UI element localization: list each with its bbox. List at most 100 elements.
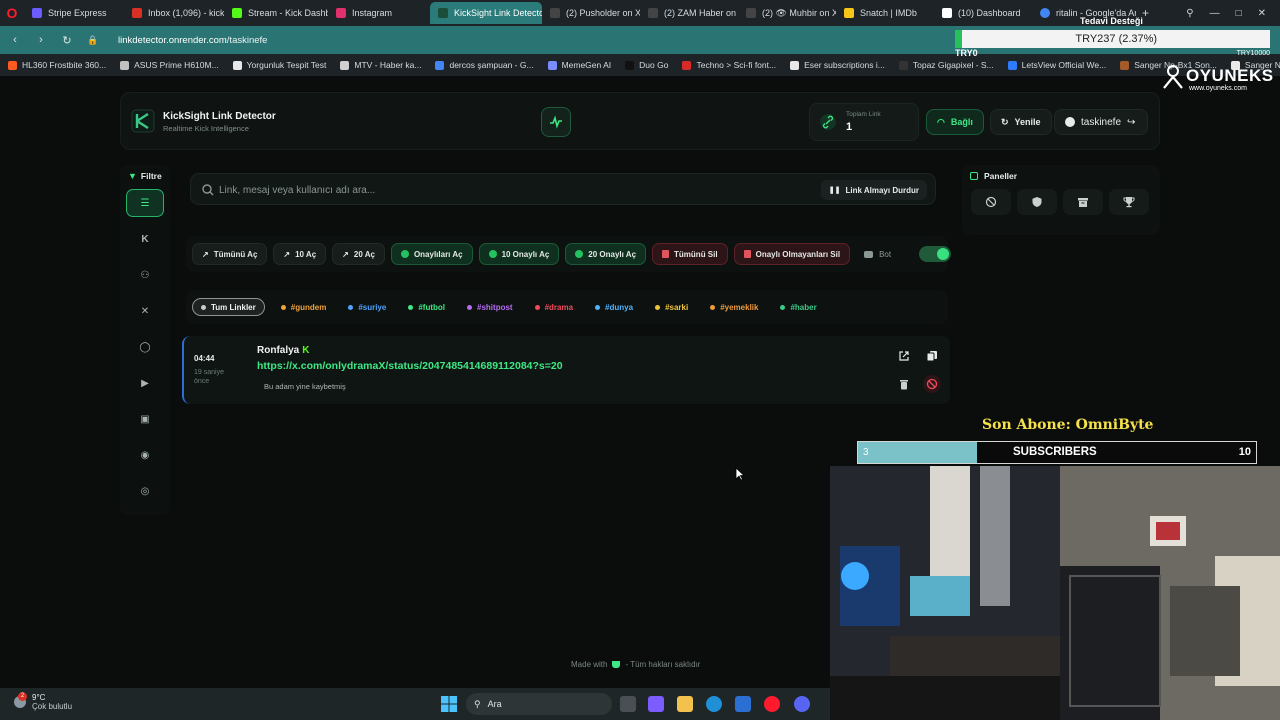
tab-x-zamhaber[interactable]: (2) ZAM Haber on X:: [640, 2, 738, 24]
link-message: Bu adam yine kaybetmiş: [264, 382, 346, 391]
tab-instagram[interactable]: Instagram: [328, 2, 430, 24]
activity-icon[interactable]: [541, 107, 571, 137]
tab-dashboard[interactable]: (10) Dashboard: [934, 2, 1032, 24]
camera-icon: ◉: [140, 449, 150, 461]
filter-web[interactable]: ◎: [126, 477, 164, 505]
delete-unapproved-button[interactable]: Onaylı Olmayanları Sil: [733, 243, 851, 265]
tab-inbox[interactable]: Inbox (1,096) - kickta: [124, 2, 224, 24]
open-10-approved-button[interactable]: 10 Onaylı Aç: [478, 243, 560, 265]
tag-dot-icon: [595, 304, 601, 310]
footer: Made with - Tüm hakları saklıdır: [571, 660, 701, 669]
tag-chip[interactable]: #dunya: [589, 298, 639, 316]
panel-archive-button[interactable]: [1063, 189, 1103, 215]
taskbar-search[interactable]: ⚲ Ara: [466, 693, 612, 715]
open-10-button[interactable]: ↗ 10 Aç: [273, 243, 327, 265]
open-all-button[interactable]: ↗ Tümünü Aç: [192, 243, 268, 265]
tag-chip[interactable]: Tum Linkler: [192, 298, 265, 316]
bookmark-item[interactable]: Techno > Sci-fi font...: [682, 60, 776, 70]
filter-camera[interactable]: ◉: [126, 441, 164, 469]
search-tabs-icon[interactable]: ⚲: [1186, 8, 1193, 19]
tab-x-muhbir[interactable]: (2) 👁 Muhbir on X: ": [738, 2, 836, 24]
filter-x[interactable]: ✕: [126, 297, 164, 325]
filter-instagram[interactable]: ◯: [126, 333, 164, 361]
donation-min: TRY0: [955, 48, 978, 58]
file-explorer-icon[interactable]: [677, 696, 693, 712]
filter-video[interactable]: ▣: [126, 405, 164, 433]
search-input[interactable]: [219, 180, 819, 200]
maximize-icon[interactable]: □: [1236, 8, 1242, 19]
tag-chip[interactable]: #drama: [529, 298, 579, 316]
weather-widget[interactable]: 2 9°C Çok bulutlu: [14, 692, 72, 711]
logout-icon[interactable]: ↪: [1127, 117, 1135, 128]
refresh-button[interactable]: ↻ Yenile: [990, 109, 1052, 135]
bookmark-item[interactable]: MemeGen AI: [547, 60, 611, 70]
store-icon[interactable]: [735, 696, 751, 712]
discord-icon[interactable]: [794, 696, 810, 712]
bookmark-item[interactable]: LetsView Official We...: [1007, 60, 1106, 70]
panel-shield-button[interactable]: [1017, 189, 1057, 215]
bookmark-icon: [340, 60, 350, 70]
block-link-button[interactable]: [923, 375, 941, 393]
open-approved-button[interactable]: Onaylıları Aç: [390, 243, 473, 265]
bookmark-icon: [8, 60, 17, 70]
tab-imdb[interactable]: Snatch | IMDb: [836, 2, 934, 24]
stop-link-intake-button[interactable]: ❚❚ Link Almayı Durdur: [820, 180, 927, 200]
bookmark-item[interactable]: Yorgunluk Tespit Test: [232, 60, 326, 70]
tab-kicksight[interactable]: KickSight Link Detector: [430, 2, 542, 24]
user-menu[interactable]: taskinefe ↪: [1054, 109, 1148, 135]
url-field[interactable]: linkdetector.onrender.com/taskinefe: [118, 35, 267, 46]
opera-logo-icon[interactable]: O: [0, 0, 24, 26]
reload-icon[interactable]: ↻: [60, 34, 74, 47]
edge-icon[interactable]: [706, 696, 722, 712]
shield-icon: [1032, 197, 1042, 207]
bookmark-item[interactable]: Eser subscriptions i...: [790, 60, 885, 70]
instagram-icon: ◯: [139, 341, 151, 353]
webcam-image: [830, 466, 1280, 720]
open-link-button[interactable]: [895, 347, 913, 365]
tab-x-pusholder[interactable]: (2) Pusholder on X: ": [542, 2, 640, 24]
copy-link-button[interactable]: [923, 347, 941, 365]
link-age: 19 saniye önce: [194, 369, 224, 385]
delete-all-button[interactable]: Tümünü Sil: [652, 243, 728, 265]
bookmark-item[interactable]: dercos şampuan - G...: [435, 60, 534, 70]
close-icon[interactable]: ✕: [1258, 8, 1266, 19]
tag-chip[interactable]: #sarki: [649, 298, 694, 316]
task-view-icon[interactable]: [620, 696, 636, 712]
tab-kick-dashboard[interactable]: Stream - Kick Dashbo: [224, 2, 328, 24]
copilot-icon[interactable]: [648, 696, 664, 712]
tag-chip[interactable]: #suriye: [342, 298, 392, 316]
back-icon[interactable]: ‹: [8, 34, 22, 46]
tag-chip[interactable]: #gundem: [275, 298, 333, 316]
filter-kick[interactable]: K: [126, 225, 164, 253]
link-url[interactable]: https://x.com/onlydramaX/status/20474854…: [257, 360, 563, 372]
filter-youtube[interactable]: ▶: [126, 369, 164, 397]
open-20-button[interactable]: ↗ 20 Aç: [332, 243, 385, 265]
filter-all[interactable]: ☰: [126, 189, 164, 217]
bookmark-item[interactable]: HL360 Frostbite 360...: [8, 60, 106, 70]
delete-link-button[interactable]: [895, 375, 913, 393]
forward-icon[interactable]: ›: [34, 34, 48, 46]
open-20-approved-button[interactable]: 20 Onaylı Aç: [565, 243, 647, 265]
bookmark-item[interactable]: Duo Go: [625, 60, 668, 70]
bookmark-item[interactable]: MTV - Haber ka...: [340, 60, 421, 70]
bookmark-item[interactable]: Topaz Gigapixel - S...: [898, 60, 994, 70]
subscriber-goal-bar: 3 SUBSCRIBERS 10: [857, 441, 1257, 464]
external-link-icon: ↗: [283, 249, 291, 259]
minimize-icon[interactable]: —: [1210, 8, 1220, 19]
tag-chip[interactable]: #haber: [774, 298, 822, 316]
check-icon: [575, 250, 584, 258]
filter-users[interactable]: ⚇: [126, 261, 164, 289]
donation-goal: Tedavi Desteği TRY237 (2.37%) TRY0 TRY10…: [955, 16, 1270, 60]
bot-toggle[interactable]: [919, 246, 952, 262]
tab-stripe[interactable]: Stripe Express: [24, 2, 124, 24]
opera-icon[interactable]: [764, 696, 780, 712]
tag-chip[interactable]: #shitpost: [461, 298, 519, 316]
panel-ban-button[interactable]: [971, 189, 1011, 215]
panel-trophy-button[interactable]: [1109, 189, 1149, 215]
bookmark-item[interactable]: ASUS Prime H610M...: [120, 60, 219, 70]
connection-status-button[interactable]: ◠ Bağlı: [926, 109, 984, 135]
tag-chip[interactable]: #yemeklik: [704, 298, 764, 316]
windows-start-icon[interactable]: [441, 696, 457, 712]
external-link-icon: ↗: [202, 249, 209, 259]
tag-chip[interactable]: #futbol: [402, 298, 451, 316]
